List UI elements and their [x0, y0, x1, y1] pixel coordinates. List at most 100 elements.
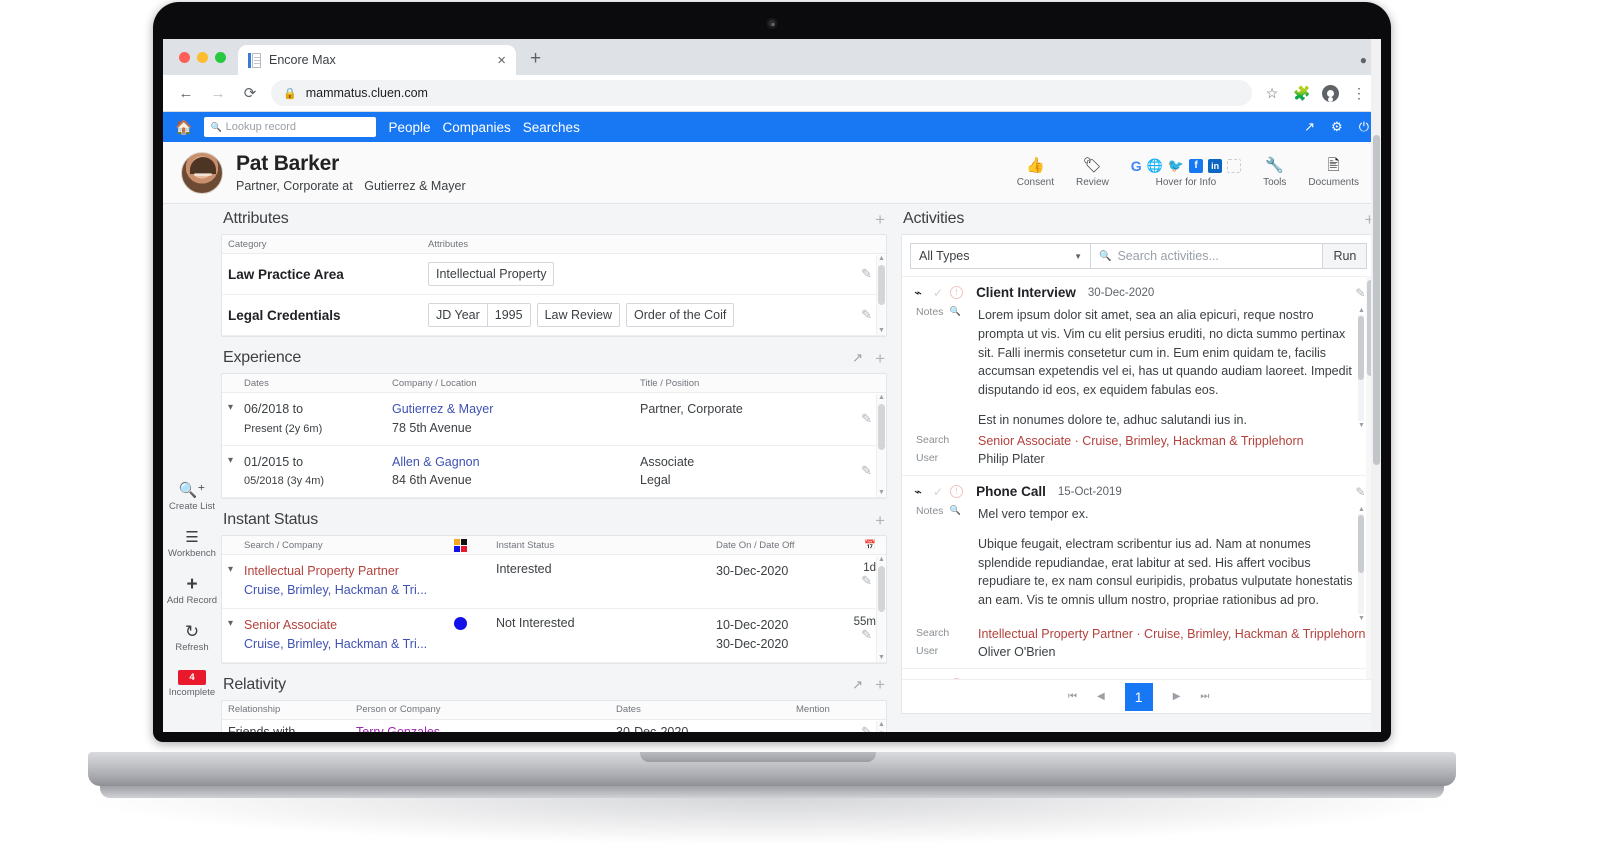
edit-pencil-icon[interactable]: ✎ — [861, 724, 872, 732]
chevron-down-icon[interactable]: ▾ — [228, 616, 244, 629]
minimize-window-button[interactable] — [197, 51, 208, 63]
avatar[interactable] — [181, 151, 223, 194]
lookup-input[interactable]: 🔍 Lookup record — [204, 117, 377, 137]
attribute-chip[interactable]: Intellectual Property — [428, 262, 555, 286]
rail-item-incomplete[interactable]: 4 Incomplete — [169, 670, 215, 698]
blank-placeholder-icon[interactable] — [1227, 158, 1242, 173]
experience-scrollbar[interactable]: ▲ ▼ — [876, 394, 885, 497]
table-row[interactable]: Legal Credentials JD Year 1995 Law Revie… — [222, 295, 886, 336]
activity-item[interactable]: ⌁ ✓ ! Phone Call 15-Oct-2019 ✎ Notes 🔍 M… — [902, 475, 1376, 668]
edit-pencil-icon[interactable]: ✎ — [861, 627, 872, 643]
instant-status-company[interactable]: Cruise, Brimley, Hackman & Tri... — [244, 583, 427, 597]
activity-type-select[interactable]: All Types ▼ — [910, 243, 1090, 269]
bookmark-star-icon[interactable]: ☆ — [1262, 85, 1282, 102]
rail-item-create-list[interactable]: 🔍⁺ Create List — [169, 482, 215, 512]
documents-tool[interactable]: 🖹 Documents — [1308, 157, 1359, 188]
maximize-window-button[interactable] — [215, 51, 226, 63]
extensions-icon[interactable]: 🧩 — [1292, 85, 1312, 102]
rail-item-refresh[interactable]: ↻ Refresh — [175, 623, 208, 653]
relativity-person-link[interactable]: Terry Gonzales — [356, 725, 440, 733]
instant-status-scrollbar[interactable]: ▲ ▼ — [876, 556, 885, 662]
rail-item-workbench[interactable]: ☰ Workbench — [168, 529, 216, 559]
edit-pencil-icon[interactable]: ✎ — [1355, 286, 1365, 300]
edit-pencil-icon[interactable]: ✎ — [861, 411, 872, 427]
close-tab-icon[interactable]: × — [497, 53, 506, 68]
add-relativity-button[interactable]: + — [875, 676, 885, 693]
gear-icon[interactable]: ⚙ — [1331, 119, 1343, 135]
alert-icon[interactable]: ! — [950, 286, 964, 299]
activities-search-input[interactable]: 🔍 Search activities... — [1090, 243, 1324, 269]
pagination-first[interactable]: ⏮ — [1068, 691, 1077, 702]
facebook-icon[interactable]: f — [1189, 158, 1204, 173]
alert-icon[interactable]: ! — [950, 485, 964, 498]
calendar-icon[interactable]: 📅 — [836, 540, 876, 551]
forward-button[interactable]: → — [207, 85, 229, 102]
consent-tool[interactable]: 👍 Consent — [1017, 157, 1054, 188]
add-experience-button[interactable]: + — [875, 350, 885, 367]
nav-link-searches[interactable]: Searches — [523, 120, 580, 135]
chevron-down-icon[interactable]: ▾ — [228, 400, 244, 413]
profile-company[interactable]: Gutierrez & Mayer — [364, 179, 465, 193]
rail-item-add-record[interactable]: + Add Record — [167, 575, 217, 606]
experience-company-link[interactable]: Gutierrez & Mayer — [392, 402, 493, 416]
export-icon[interactable]: ↗ — [852, 350, 863, 366]
search-icon[interactable]: 🔍 — [949, 306, 960, 430]
edit-pencil-icon[interactable]: ✎ — [1355, 485, 1365, 499]
browser-menu-icon[interactable]: ⋮ — [1349, 85, 1369, 102]
attribute-chip-pair[interactable]: JD Year 1995 — [428, 303, 531, 327]
new-tab-button[interactable]: + — [530, 48, 541, 70]
tools-tool[interactable]: 🔧 Tools — [1263, 157, 1286, 188]
add-attribute-button[interactable]: + — [875, 211, 885, 228]
activity-item[interactable]: ⌁ ✓ ! Client Interview 30-Dec-2020 ✎ Not… — [902, 276, 1376, 475]
color-legend-icon[interactable] — [454, 539, 467, 552]
chevron-down-icon[interactable]: ▾ — [228, 453, 244, 466]
back-button[interactable]: ← — [175, 85, 197, 102]
address-bar[interactable]: 🔒 mammatus.cluen.com — [271, 80, 1252, 106]
add-instant-status-button[interactable]: + — [875, 512, 885, 529]
pagination-current-page[interactable]: 1 — [1124, 682, 1153, 711]
external-link-icon[interactable]: ↗ — [1304, 119, 1315, 135]
profile-avatar-icon[interactable] — [1322, 84, 1339, 102]
attribute-chip[interactable]: Order of the Coif — [625, 303, 735, 327]
twitter-icon[interactable]: 🐦 — [1168, 158, 1184, 174]
tabstrip-menu-icon[interactable]: ● — [1360, 53, 1367, 67]
chevron-down-icon[interactable]: ▾ — [228, 562, 244, 575]
pagination-last[interactable]: ⏭ — [1200, 691, 1209, 702]
relativity-scrollbar[interactable]: ▲ — [876, 720, 885, 732]
reload-button[interactable]: ⟳ — [239, 84, 261, 102]
search-icon[interactable]: 🔍 — [949, 505, 960, 623]
nav-link-companies[interactable]: Companies — [442, 120, 510, 135]
check-icon[interactable]: ✓ — [933, 485, 943, 499]
notes-scrollbar[interactable]: ▲ ▼ — [1357, 306, 1365, 430]
notes-scrollbar[interactable]: ▲ ▼ — [1357, 505, 1365, 623]
page-scrollbar[interactable] — [1371, 39, 1381, 732]
table-row[interactable]: Law Practice Area Intellectual Property … — [222, 254, 886, 295]
experience-company-link[interactable]: Allen & Gagnon — [392, 455, 480, 469]
close-window-button[interactable] — [179, 51, 190, 63]
table-row[interactable]: ▾ Senior Associate Cruise, Brimley, Hack… — [222, 609, 886, 663]
globe-icon[interactable]: 🌐 — [1147, 158, 1163, 174]
edit-pencil-icon[interactable]: ✎ — [861, 573, 872, 589]
attributes-scrollbar[interactable]: ▲ ▼ — [876, 255, 885, 335]
power-icon[interactable]: ⏻ — [1359, 119, 1369, 135]
google-icon[interactable]: G — [1131, 159, 1142, 173]
linkedin-icon[interactable]: in — [1208, 158, 1223, 173]
edit-pencil-icon[interactable]: ✎ — [861, 463, 872, 479]
home-icon[interactable]: 🏠 — [175, 119, 192, 136]
table-row[interactable]: ▾ 01/2015 to 05/2018 (3y 4m) Allen & Gag… — [222, 446, 886, 498]
check-icon[interactable]: ✓ — [933, 286, 943, 300]
review-tool[interactable]: 🏷 Review — [1076, 157, 1109, 188]
activity-search-value[interactable]: Intellectual Property Partner · Cruise, … — [978, 627, 1365, 641]
nav-link-people[interactable]: People — [388, 120, 430, 135]
browser-tab[interactable]: Encore Max × — [238, 45, 516, 75]
table-row[interactable]: ▾ Intellectual Property Partner Cruise, … — [222, 555, 886, 609]
edit-pencil-icon[interactable]: ✎ — [861, 307, 872, 323]
run-button[interactable]: Run — [1323, 243, 1368, 269]
activity-search-value[interactable]: Senior Associate · Cruise, Brimley, Hack… — [978, 434, 1304, 448]
attribute-chip[interactable]: Law Review — [536, 303, 620, 327]
hover-for-info-tool[interactable]: G 🌐 🐦 f in Hover for Info — [1131, 157, 1242, 188]
instant-status-company[interactable]: Cruise, Brimley, Hackman & Tri... — [244, 637, 427, 651]
table-row[interactable]: ▾ 06/2018 to Present (2y 6m) Gutierrez &… — [222, 393, 886, 446]
instant-status-search-name[interactable]: Intellectual Property Partner — [244, 564, 399, 578]
instant-status-search-name[interactable]: Senior Associate — [244, 618, 337, 632]
